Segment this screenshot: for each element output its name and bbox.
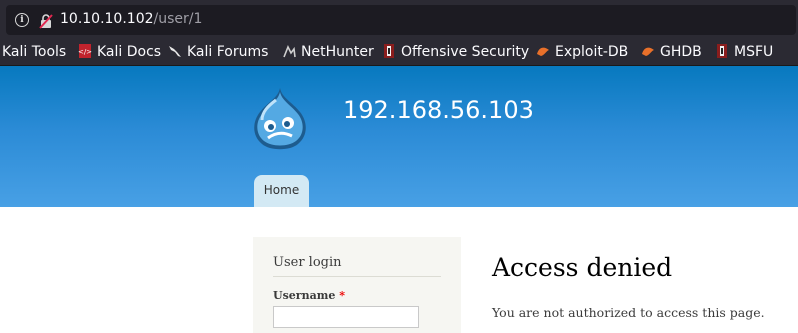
tab-home[interactable]: Home — [254, 175, 309, 207]
url-host: 10.10.10.102 — [60, 11, 154, 27]
block-title-user-login: User login — [273, 255, 342, 270]
bookmarks-toolbar: Kali Tools </> Kali Docs Kali Forums NetH… — [0, 40, 798, 66]
bookmark-nethunter[interactable]: NetHunter — [282, 43, 374, 61]
bookmark-label: Kali Forums — [187, 44, 269, 60]
site-header — [0, 66, 798, 207]
address-field[interactable]: i 10.10.10.102/user/1 — [6, 5, 796, 35]
bookmark-kali-docs[interactable]: </> Kali Docs — [78, 43, 161, 61]
drupal-logo-icon[interactable] — [248, 86, 312, 152]
bookmark-exploit-db[interactable]: Exploit-DB — [536, 43, 628, 61]
bookmark-kali-tools[interactable]: Kali Tools — [2, 43, 66, 61]
kali-docs-icon: </> — [78, 44, 92, 58]
page-title: Access denied — [492, 253, 673, 282]
bookmark-label: NetHunter — [301, 44, 374, 60]
svg-text:</>: </> — [78, 48, 92, 56]
bookmark-label: Offensive Security — [401, 44, 530, 60]
exploitdb-icon — [537, 47, 549, 56]
ghdb-icon — [642, 47, 654, 56]
url-path: /user/1 — [153, 11, 203, 27]
bookmark-label: MSFU — [734, 44, 774, 60]
site-name[interactable]: 192.168.56.103 — [343, 96, 534, 124]
access-denied-message: You are not authorized to access this pa… — [492, 305, 765, 320]
bookmark-label: Exploit-DB — [555, 44, 629, 60]
insecure-lock-icon[interactable] — [38, 13, 54, 29]
bookmark-kali-forums[interactable]: Kali Forums — [168, 43, 268, 61]
divider — [273, 276, 441, 277]
username-input[interactable] — [273, 306, 419, 328]
browser-url-bar: i 10.10.10.102/user/1 — [0, 0, 798, 40]
required-marker: * — [339, 289, 345, 302]
bookmark-label: GHDB — [660, 44, 702, 60]
offsec-icon — [384, 44, 394, 58]
msfu-icon — [717, 44, 727, 58]
bookmark-msfu[interactable]: MSFU — [715, 43, 773, 61]
nethunter-icon — [283, 45, 296, 58]
kali-dragon-icon — [169, 46, 181, 57]
url-text[interactable]: 10.10.10.102/user/1 — [60, 11, 202, 27]
username-label-text: Username — [273, 289, 336, 302]
bookmark-label: Kali Tools — [2, 44, 67, 60]
info-icon[interactable]: i — [15, 13, 29, 27]
bookmark-label: Kali Docs — [97, 44, 162, 60]
bookmark-offensive-security[interactable]: Offensive Security — [382, 43, 529, 61]
bookmark-ghdb[interactable]: GHDB — [641, 43, 702, 61]
username-label: Username * — [273, 289, 345, 302]
